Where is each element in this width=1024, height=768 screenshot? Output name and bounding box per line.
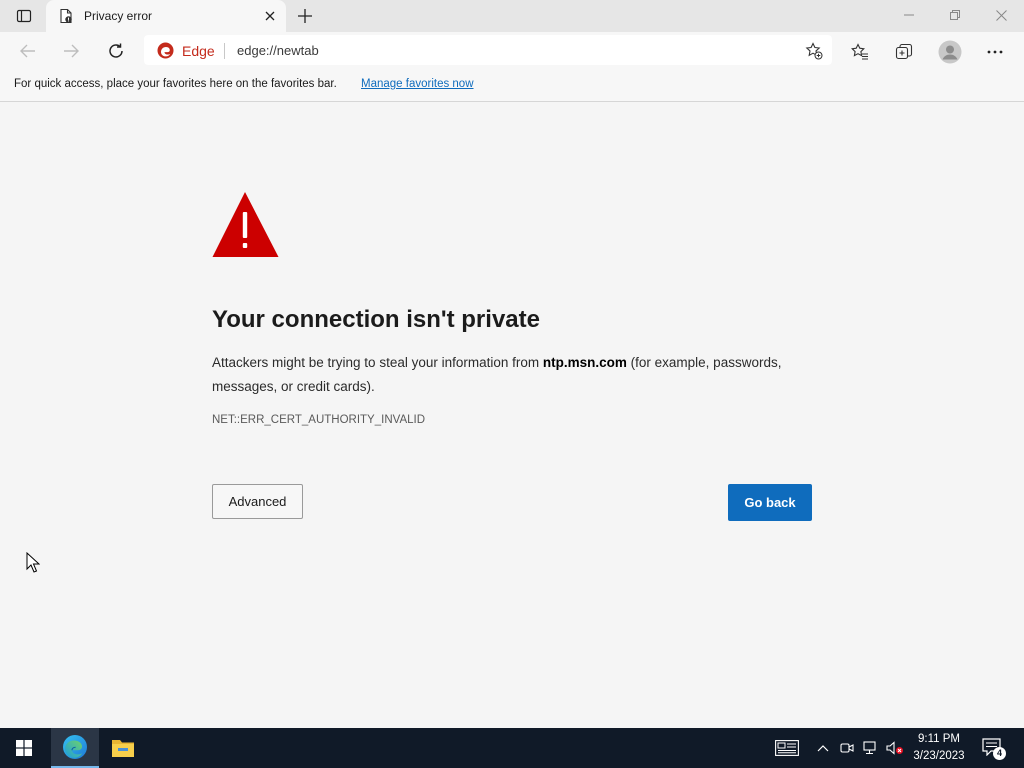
favorites-bar-message: For quick access, place your favorites h…	[14, 78, 337, 90]
restore-button[interactable]	[932, 0, 978, 30]
site-identity-label[interactable]: Edge	[182, 43, 215, 59]
more-dots-icon	[987, 50, 1003, 54]
host-name: ntp.msn.com	[542, 355, 627, 370]
close-window-button[interactable]	[978, 0, 1024, 30]
new-tab-button[interactable]	[294, 5, 316, 27]
tab-actions-icon	[16, 9, 32, 23]
address-url[interactable]: edge://newtab	[237, 43, 319, 58]
windows-logo-icon	[16, 740, 32, 756]
description-text-start: Attackers might be trying to steal your …	[212, 355, 543, 370]
browser-tab[interactable]: Privacy error	[46, 0, 286, 32]
address-separator	[224, 43, 225, 59]
show-hidden-icons-button[interactable]	[814, 728, 832, 768]
volume-button[interactable]	[884, 728, 906, 768]
title-bar: Privacy error	[0, 0, 1024, 32]
error-description: Attackers might be trying to steal your …	[212, 351, 822, 399]
settings-more-button[interactable]	[982, 39, 1008, 65]
arrow-left-icon	[20, 44, 35, 58]
news-icon	[775, 740, 799, 756]
favorites-list-icon	[851, 43, 868, 60]
manage-favorites-link[interactable]: Manage favorites now	[361, 78, 474, 90]
close-icon	[995, 9, 1007, 21]
advanced-button[interactable]: Advanced	[212, 484, 303, 519]
collections-icon	[895, 43, 913, 60]
back-button[interactable]	[13, 37, 43, 65]
folder-icon	[112, 740, 134, 757]
go-back-button[interactable]: Go back	[728, 484, 812, 521]
avatar-icon	[938, 40, 962, 64]
minimize-icon	[904, 14, 914, 16]
browser-toolbar: Edge edge://newtab	[0, 32, 1024, 70]
forward-button[interactable]	[56, 37, 86, 65]
add-favorite-button[interactable]	[804, 41, 824, 61]
favorites-bar: For quick access, place your favorites h…	[0, 70, 1024, 102]
meet-now-button[interactable]	[838, 728, 856, 768]
network-icon	[863, 741, 876, 755]
taskbar-edge-app[interactable]	[51, 728, 99, 768]
news-widget-button[interactable]	[772, 728, 802, 768]
collections-button[interactable]	[891, 39, 917, 65]
tab-close-button[interactable]	[262, 8, 278, 24]
notification-count-badge: 4	[993, 747, 1006, 760]
mouse-cursor-icon	[26, 552, 40, 573]
camera-icon	[840, 743, 854, 753]
chevron-up-icon	[817, 745, 829, 752]
network-button[interactable]	[861, 728, 881, 768]
star-plus-icon	[805, 42, 823, 60]
page-warning-icon	[60, 8, 72, 24]
error-code[interactable]: NET::ERR_CERT_AUTHORITY_INVALID	[212, 414, 425, 426]
close-icon	[265, 11, 275, 21]
plus-icon	[298, 9, 312, 23]
page-title: Your connection isn't private	[212, 306, 540, 333]
taskbar: 9:11 PM 3/23/2023 4	[0, 728, 1024, 768]
clock-time: 9:11 PM	[918, 733, 960, 745]
tab-actions-button[interactable]	[8, 5, 40, 27]
edge-browser-icon	[63, 735, 87, 759]
clock-date: 3/23/2023	[913, 750, 965, 762]
error-page: Your connection isn't private Attackers …	[0, 103, 1024, 728]
favorites-button[interactable]	[847, 39, 873, 65]
restore-icon	[950, 10, 960, 20]
minimize-button[interactable]	[886, 0, 932, 30]
taskbar-clock[interactable]: 9:11 PM 3/23/2023	[904, 731, 974, 765]
refresh-button[interactable]	[101, 37, 131, 65]
action-center-button[interactable]: 4	[980, 736, 1006, 760]
tab-title: Privacy error	[84, 9, 153, 23]
address-bar[interactable]: Edge edge://newtab	[144, 35, 832, 65]
warning-triangle-icon	[212, 192, 279, 257]
arrow-right-icon	[64, 44, 79, 58]
start-button[interactable]	[0, 728, 48, 768]
refresh-icon	[109, 43, 123, 58]
taskbar-file-explorer-app[interactable]	[99, 728, 147, 768]
volume-muted-icon	[886, 741, 903, 755]
edge-warning-icon	[157, 42, 174, 59]
profile-button[interactable]	[937, 39, 963, 65]
